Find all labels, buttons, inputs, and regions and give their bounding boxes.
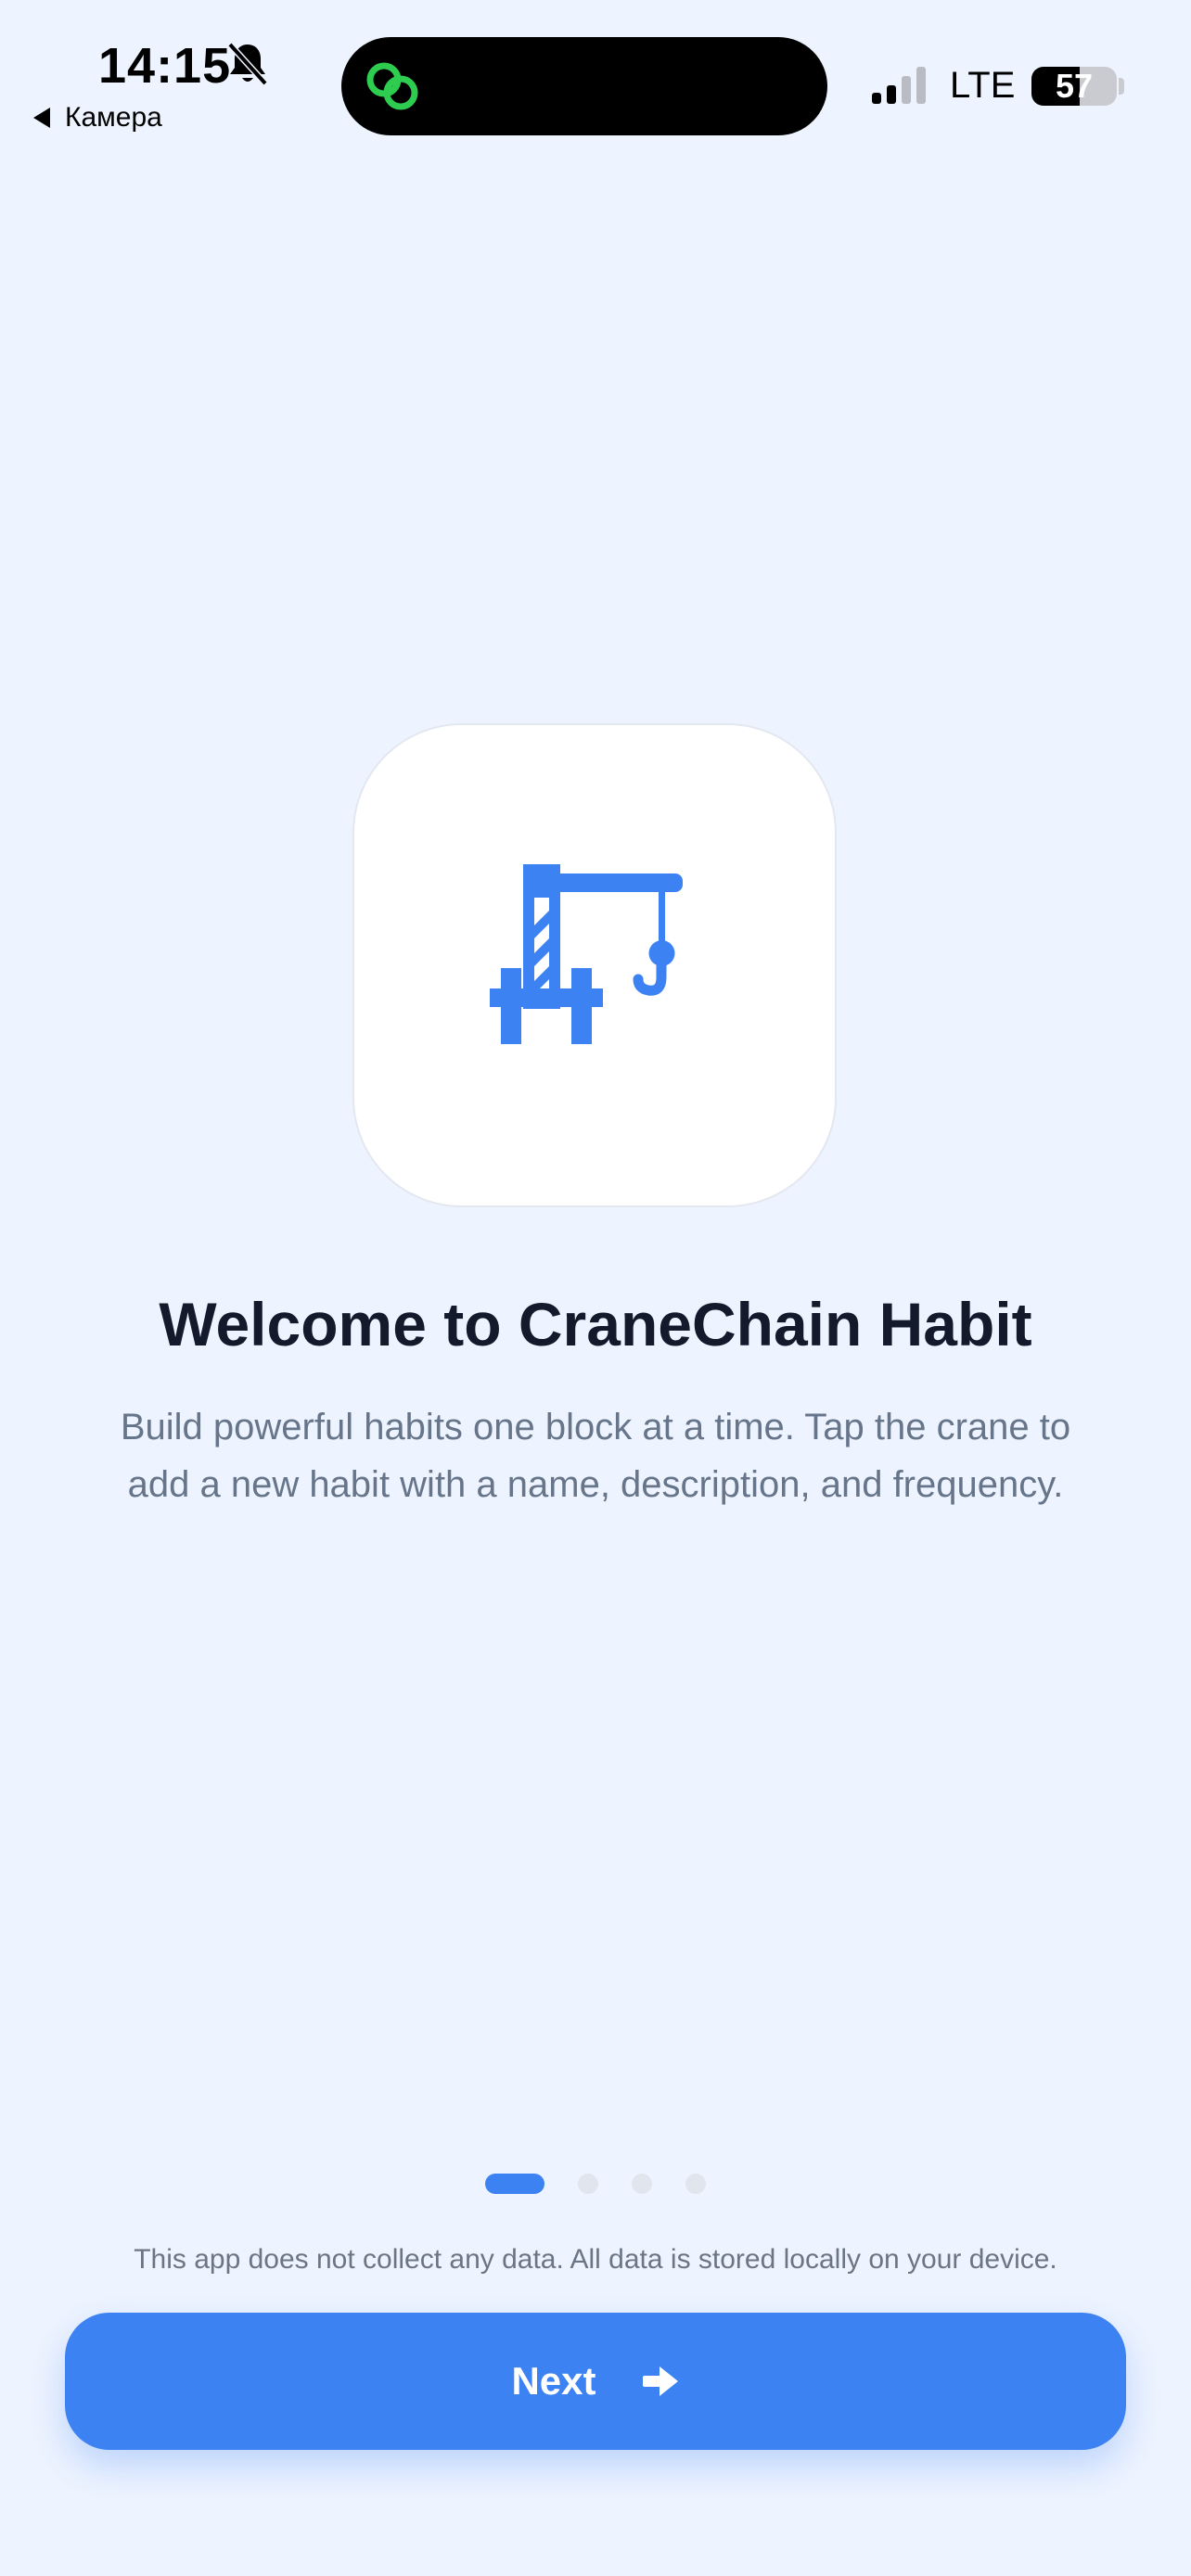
back-triangle-icon xyxy=(33,108,50,128)
next-button-label: Next xyxy=(511,2359,596,2403)
page-indicator[interactable] xyxy=(0,2174,1191,2194)
signal-icon xyxy=(872,67,926,104)
battery-cap xyxy=(1119,78,1124,95)
crane-icon xyxy=(490,864,683,1044)
battery-level: 57 xyxy=(1055,67,1094,105)
next-button[interactable]: Next xyxy=(65,2313,1126,2450)
network-type: LTE xyxy=(950,65,1016,106)
bell-slash-icon xyxy=(227,42,268,86)
privacy-note: This app does not collect any data. All … xyxy=(134,2244,1057,2275)
status-time: 14:15 xyxy=(98,38,232,94)
battery-icon: 57 xyxy=(1031,67,1117,106)
page-dot-4[interactable] xyxy=(685,2174,706,2194)
dynamic-island[interactable] xyxy=(341,37,827,135)
page-dot-3[interactable] xyxy=(632,2174,652,2194)
back-link-label: Камера xyxy=(65,102,162,133)
page-dot-2[interactable] xyxy=(578,2174,598,2194)
arrow-right-icon xyxy=(642,2366,678,2396)
status-bar: 14:15 Камера LTE 57 xyxy=(0,0,1191,158)
welcome-title: Welcome to CraneChain Habit xyxy=(159,1290,1032,1358)
welcome-description: Build powerful habits one block at a tim… xyxy=(120,1407,1071,1505)
back-to-camera-link[interactable]: Камера xyxy=(33,102,162,134)
link-icon xyxy=(366,62,418,110)
app-logo-card xyxy=(352,723,837,1207)
page-dot-1[interactable] xyxy=(485,2174,544,2194)
